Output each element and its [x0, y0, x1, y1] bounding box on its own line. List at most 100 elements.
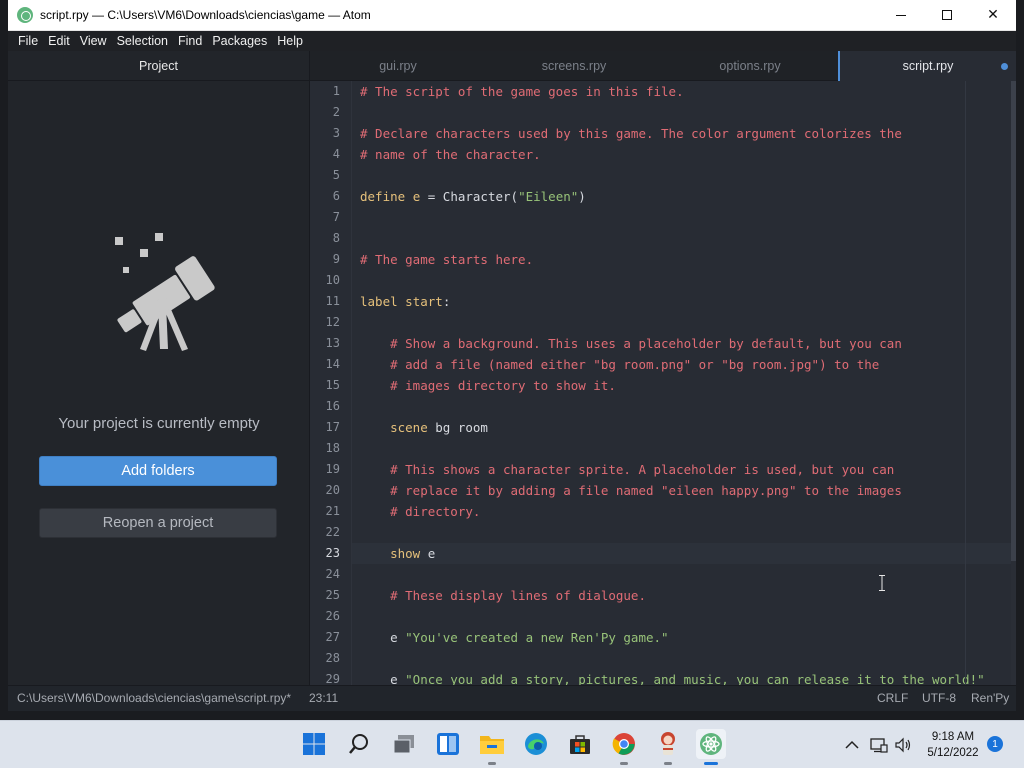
code-line[interactable]: # This shows a character sprite. A place… [360, 459, 894, 480]
code-token: bg room [427, 420, 488, 435]
code-editor[interactable]: 1 2 3 4 5 6 7 8 9 10 11 12 13 14 15 16 17 18 19 20 21 22 23 24 2… [310, 81, 1016, 685]
code-line[interactable]: label start: [360, 291, 450, 312]
code-line[interactable]: # The game starts here. [360, 249, 533, 270]
line-number: 21 [325, 504, 340, 518]
network-icon[interactable] [870, 736, 888, 754]
line-number: 28 [325, 651, 340, 665]
reopen-project-button[interactable]: Reopen a project [39, 508, 277, 538]
menu-view[interactable]: View [75, 34, 112, 48]
code-token: # Declare characters used by this game. … [360, 126, 902, 141]
tab-screens-rpy[interactable]: screens.rpy [486, 51, 662, 81]
line-number: 9 [332, 252, 340, 266]
status-encoding[interactable]: UTF-8 [922, 691, 956, 705]
menu-help[interactable]: Help [272, 34, 308, 48]
code-token: define [360, 189, 406, 204]
running-indicator [620, 762, 628, 765]
wrap-guide [965, 81, 966, 685]
line-number: 24 [325, 567, 340, 581]
line-number: 23 [325, 546, 340, 560]
line-number: 29 [325, 672, 340, 685]
store-bag-icon [570, 735, 590, 754]
maximize-button[interactable] [924, 0, 970, 31]
chrome-icon[interactable] [609, 729, 639, 765]
add-folders-button[interactable]: Add folders [39, 456, 277, 486]
edge-logo-icon [525, 733, 547, 755]
running-indicator [664, 762, 672, 765]
running-indicator [704, 762, 718, 765]
minimize-button[interactable] [878, 0, 924, 31]
line-number: 13 [325, 336, 340, 350]
file-explorer-icon[interactable] [477, 729, 507, 765]
magnifier-icon [349, 734, 368, 754]
code-line[interactable]: # replace it by adding a file named "eil… [360, 480, 902, 501]
code-token: "You've created a new Ren'Py game." [405, 630, 669, 645]
windows-logo-icon [303, 733, 325, 755]
code-token: scene [390, 420, 428, 435]
windows-start-icon[interactable] [299, 729, 329, 759]
code-token: # images directory to show it. [360, 378, 616, 393]
code-line[interactable]: # name of the character. [360, 144, 541, 165]
search-icon[interactable] [344, 729, 374, 759]
screen: script.rpy — C:\Users\VM6\Downloads\cien… [0, 0, 1024, 768]
code-line[interactable]: e "Once you add a story, pictures, and m… [360, 669, 985, 685]
code-line[interactable]: # The script of the game goes in this fi… [360, 81, 684, 102]
scrollbar-thumb[interactable] [1011, 81, 1016, 561]
tab-label: script.rpy [902, 59, 954, 73]
code-line[interactable]: # add a file (named either "bg room.png"… [360, 354, 879, 375]
status-file-path[interactable]: C:\Users\VM6\Downloads\ciencias\game\scr… [17, 691, 291, 705]
folder-icon [480, 736, 504, 754]
tab-gui-rpy[interactable]: gui.rpy [310, 51, 486, 81]
status-cursor-position[interactable]: 23:11 [309, 691, 338, 705]
code-line[interactable]: # These display lines of dialogue. [360, 585, 646, 606]
menu-file[interactable]: File [13, 34, 43, 48]
line-number: 1 [332, 84, 340, 98]
tab-script-rpy[interactable]: script.rpy [838, 51, 1016, 81]
menu-selection[interactable]: Selection [112, 34, 173, 48]
line-number: 20 [325, 483, 340, 497]
code-line[interactable]: # Declare characters used by this game. … [360, 123, 902, 144]
menu-edit[interactable]: Edit [43, 34, 75, 48]
window-titlebar: script.rpy — C:\Users\VM6\Downloads\cien… [8, 0, 1016, 31]
line-number: 22 [325, 525, 340, 539]
code-line[interactable]: show e [360, 543, 435, 564]
system-clock[interactable]: 9:18 AM 5/12/2022 [918, 729, 988, 761]
code-token: # replace it by adding a file named "eil… [360, 483, 902, 498]
task-view-icon[interactable] [389, 729, 419, 759]
vertical-scrollbar[interactable] [1011, 81, 1016, 685]
code-line[interactable]: define e = Character("Eileen") [360, 186, 586, 207]
menu-bar: File Edit View Selection Find Packages H… [8, 31, 1016, 51]
status-line-ending[interactable]: CRLF [877, 691, 908, 705]
notification-badge[interactable]: 1 [987, 736, 1003, 752]
atom-icon[interactable] [696, 729, 726, 765]
code-line[interactable]: e "You've created a new Ren'Py game." [360, 627, 669, 648]
volume-icon[interactable] [894, 736, 912, 754]
status-grammar[interactable]: Ren'Py [971, 691, 1009, 705]
line-number: 26 [325, 609, 340, 623]
close-button[interactable]: ✕ [970, 0, 1016, 31]
line-number: 17 [325, 420, 340, 434]
chrome-logo-icon [612, 733, 635, 755]
code-token: # The game starts here. [360, 252, 534, 267]
code-token: label [360, 294, 398, 309]
menu-packages[interactable]: Packages [207, 34, 272, 48]
line-number: 3 [332, 126, 340, 140]
line-number: 8 [332, 231, 340, 245]
chevron-up-icon[interactable] [843, 736, 861, 754]
store-icon[interactable] [565, 729, 595, 759]
code-line[interactable]: # Show a background. This uses a placeho… [360, 333, 902, 354]
renpy-icon[interactable] [653, 729, 683, 765]
tab-options-rpy[interactable]: options.rpy [662, 51, 838, 81]
edge-icon[interactable] [521, 729, 551, 759]
widgets-icon[interactable] [433, 729, 463, 759]
code-line[interactable]: scene bg room [360, 417, 488, 438]
tab-project[interactable]: Project [8, 51, 309, 81]
code-line[interactable]: # images directory to show it. [360, 375, 616, 396]
code-token: # Show a background. This uses a placeho… [360, 336, 902, 351]
modified-dot-icon[interactable] [1001, 63, 1008, 70]
code-line[interactable]: # directory. [360, 501, 480, 522]
menu-find[interactable]: Find [173, 34, 207, 48]
line-number: 11 [325, 294, 340, 308]
status-bar: C:\Users\VM6\Downloads\ciencias\game\scr… [8, 685, 1016, 711]
